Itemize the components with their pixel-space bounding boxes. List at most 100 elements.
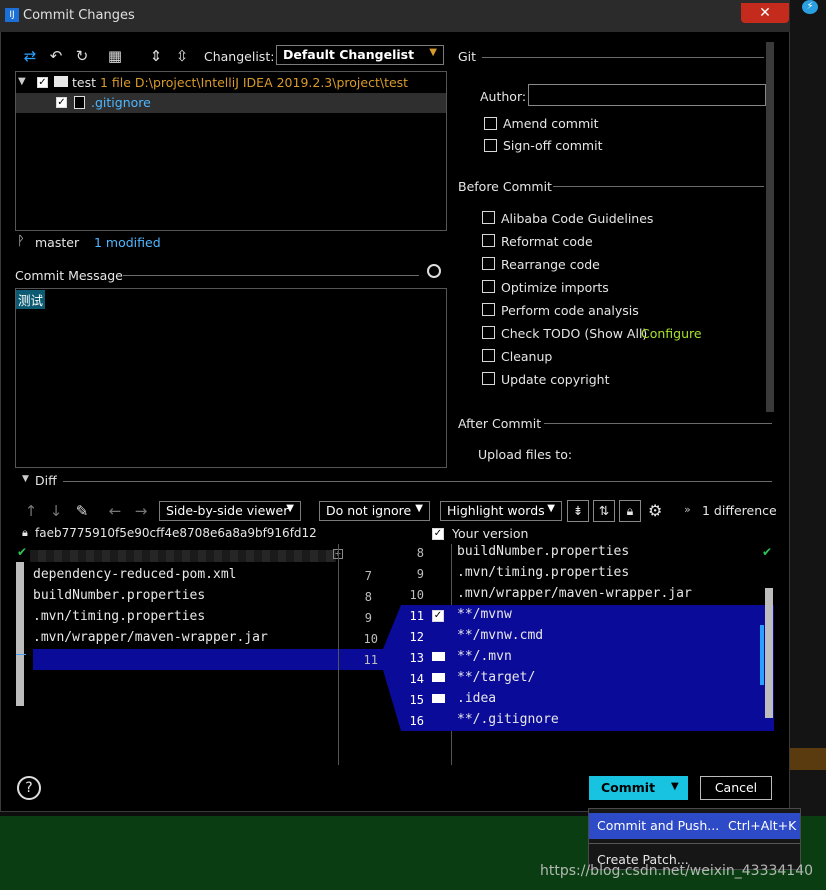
amend-checkbox[interactable]	[484, 117, 497, 130]
watermark: https://blog.csdn.net/weixin_43334140	[540, 863, 814, 879]
option-label: Perform code analysis	[501, 303, 639, 318]
chevron-down-icon: ▼	[286, 503, 294, 514]
divider	[63, 481, 772, 482]
right-line-text: .idea	[457, 691, 497, 706]
divider	[482, 57, 764, 58]
expand-all-icon[interactable]: ⇕	[147, 47, 165, 65]
before-commit-title: Before Commit	[458, 179, 552, 194]
file-checkbox[interactable]: ✓	[56, 97, 67, 108]
help-button[interactable]: ?	[17, 776, 41, 800]
root-checkbox[interactable]: ✓	[37, 77, 48, 88]
scrollbar[interactable]	[766, 42, 774, 412]
sync-scroll-icon[interactable]: ⇅	[593, 500, 615, 522]
right-line-number: 14	[409, 672, 424, 686]
chevron-down-icon[interactable]: ▼	[671, 781, 679, 792]
option-checkbox[interactable]	[482, 257, 495, 270]
commit-and-push-item[interactable]: Commit and Push... Ctrl+Alt+K	[589, 813, 800, 839]
right-line-text: **/target/	[457, 670, 536, 685]
cancel-button[interactable]: Cancel	[700, 776, 772, 800]
menu-item-label: Commit and Push...	[597, 818, 720, 833]
highlight-dropdown[interactable]: Highlight words ▼	[440, 501, 562, 521]
changelist-dropdown[interactable]: Default Changelist ▼	[276, 45, 444, 65]
option-checkbox[interactable]	[482, 372, 495, 385]
modified-count[interactable]: 1 modified	[94, 235, 161, 250]
viewer-dropdown[interactable]: Side-by-side viewer ▼	[159, 501, 301, 521]
author-input[interactable]	[528, 84, 766, 106]
check-icon: ✔	[762, 545, 773, 559]
option-label: Optimize imports	[501, 280, 609, 295]
refresh-icon[interactable]: ↻	[73, 47, 91, 65]
option-checkbox[interactable]	[482, 303, 495, 316]
back-icon[interactable]: ←	[106, 502, 124, 520]
commit-button[interactable]: Commit ▼	[589, 776, 688, 800]
edit-icon[interactable]: ✎	[73, 502, 91, 520]
option-checkbox[interactable]	[482, 280, 495, 293]
folder-icon	[54, 76, 68, 87]
branch-name[interactable]: master	[35, 235, 79, 250]
prev-diff-icon[interactable]: ↑	[22, 502, 40, 520]
collapse-unchanged-icon[interactable]: ⇟	[567, 500, 589, 522]
signoff-checkbox[interactable]	[484, 139, 497, 152]
more-icon[interactable]: »	[684, 503, 691, 516]
commit-message-text: 测试	[16, 290, 46, 309]
right-line-number: 10	[409, 588, 424, 602]
diff-scrollbar[interactable]	[765, 588, 773, 718]
group-by-icon[interactable]: ▦	[106, 47, 124, 65]
option-label: Cleanup	[501, 349, 553, 364]
include-checkbox[interactable]: ✓	[432, 528, 444, 540]
changelist-value: Default Changelist	[283, 47, 415, 62]
marker	[16, 654, 26, 655]
difference-count: 1 difference	[702, 503, 777, 518]
show-diff-icon[interactable]: ⇄	[21, 47, 39, 65]
upload-label: Upload files to:	[478, 447, 573, 462]
left-line-text: .mvn/wrapper/maven-wrapper.jar	[33, 630, 268, 645]
right-line-number: 9	[416, 567, 424, 581]
after-commit-title: After Commit	[458, 416, 542, 431]
collapse-all-icon[interactable]: ⇳	[173, 47, 191, 65]
menu-item-shortcut: Ctrl+Alt+K	[728, 818, 797, 833]
collapsed-region[interactable]	[30, 550, 336, 562]
commit-message-input[interactable]	[15, 288, 447, 468]
rollback-icon[interactable]: ↶	[47, 47, 65, 65]
close-button[interactable]: ✕	[741, 3, 789, 23]
notification-icon[interactable]: ⚡	[802, 0, 818, 14]
left-gutter-bar	[16, 562, 24, 706]
right-line-number: 13	[409, 651, 424, 665]
ignore-dropdown[interactable]: Do not ignore ▼	[319, 501, 430, 521]
changed-line-highlight	[33, 649, 383, 670]
left-revision: faeb7775910f5e90cff4e8708e6a8a9bf916fd12	[35, 526, 317, 540]
left-line-text: dependency-reduced-pom.xml	[33, 567, 237, 582]
left-line-number: 8	[364, 590, 372, 604]
left-line-number: 11	[363, 653, 378, 667]
option-checkbox[interactable]	[482, 211, 495, 224]
divider	[553, 186, 764, 187]
left-line-number: 10	[363, 632, 378, 646]
right-line-text: **/mvnw	[457, 607, 512, 622]
diff-label: Diff	[35, 473, 57, 488]
history-icon[interactable]	[427, 264, 441, 278]
option-checkbox[interactable]	[482, 234, 495, 247]
divider	[123, 275, 419, 276]
right-line-text: **/.mvn	[457, 649, 512, 664]
option-checkbox[interactable]	[482, 349, 495, 362]
settings-gear-icon[interactable]: ⚙	[648, 501, 662, 520]
line-checkbox[interactable]: ✓	[432, 610, 444, 622]
next-diff-icon[interactable]: ↓	[47, 502, 65, 520]
configure-link[interactable]: Configure	[641, 326, 702, 341]
tree-root-info: 1 file D:\project\IntelliJ IDEA 2019.2.3…	[100, 75, 409, 90]
viewer-value: Side-by-side viewer	[166, 503, 289, 518]
forward-icon[interactable]: →	[132, 502, 150, 520]
lock-icon: 🔒︎	[22, 526, 28, 539]
option-label: Update copyright	[501, 372, 610, 387]
pane-divider	[338, 544, 339, 765]
option-checkbox[interactable]	[482, 326, 495, 339]
folder-icon	[432, 652, 445, 661]
diff-collapse-icon[interactable]: ▼	[22, 474, 29, 484]
tree-file-name[interactable]: .gitignore	[91, 95, 151, 110]
lock-icon[interactable]: 🔒︎	[619, 500, 641, 522]
background-app-stripe	[790, 748, 826, 770]
tree-expand-icon[interactable]: ▼	[18, 76, 26, 87]
author-label: Author:	[480, 89, 527, 104]
chevron-down-icon: ▼	[429, 47, 437, 58]
highlight-value: Highlight words	[447, 503, 545, 518]
